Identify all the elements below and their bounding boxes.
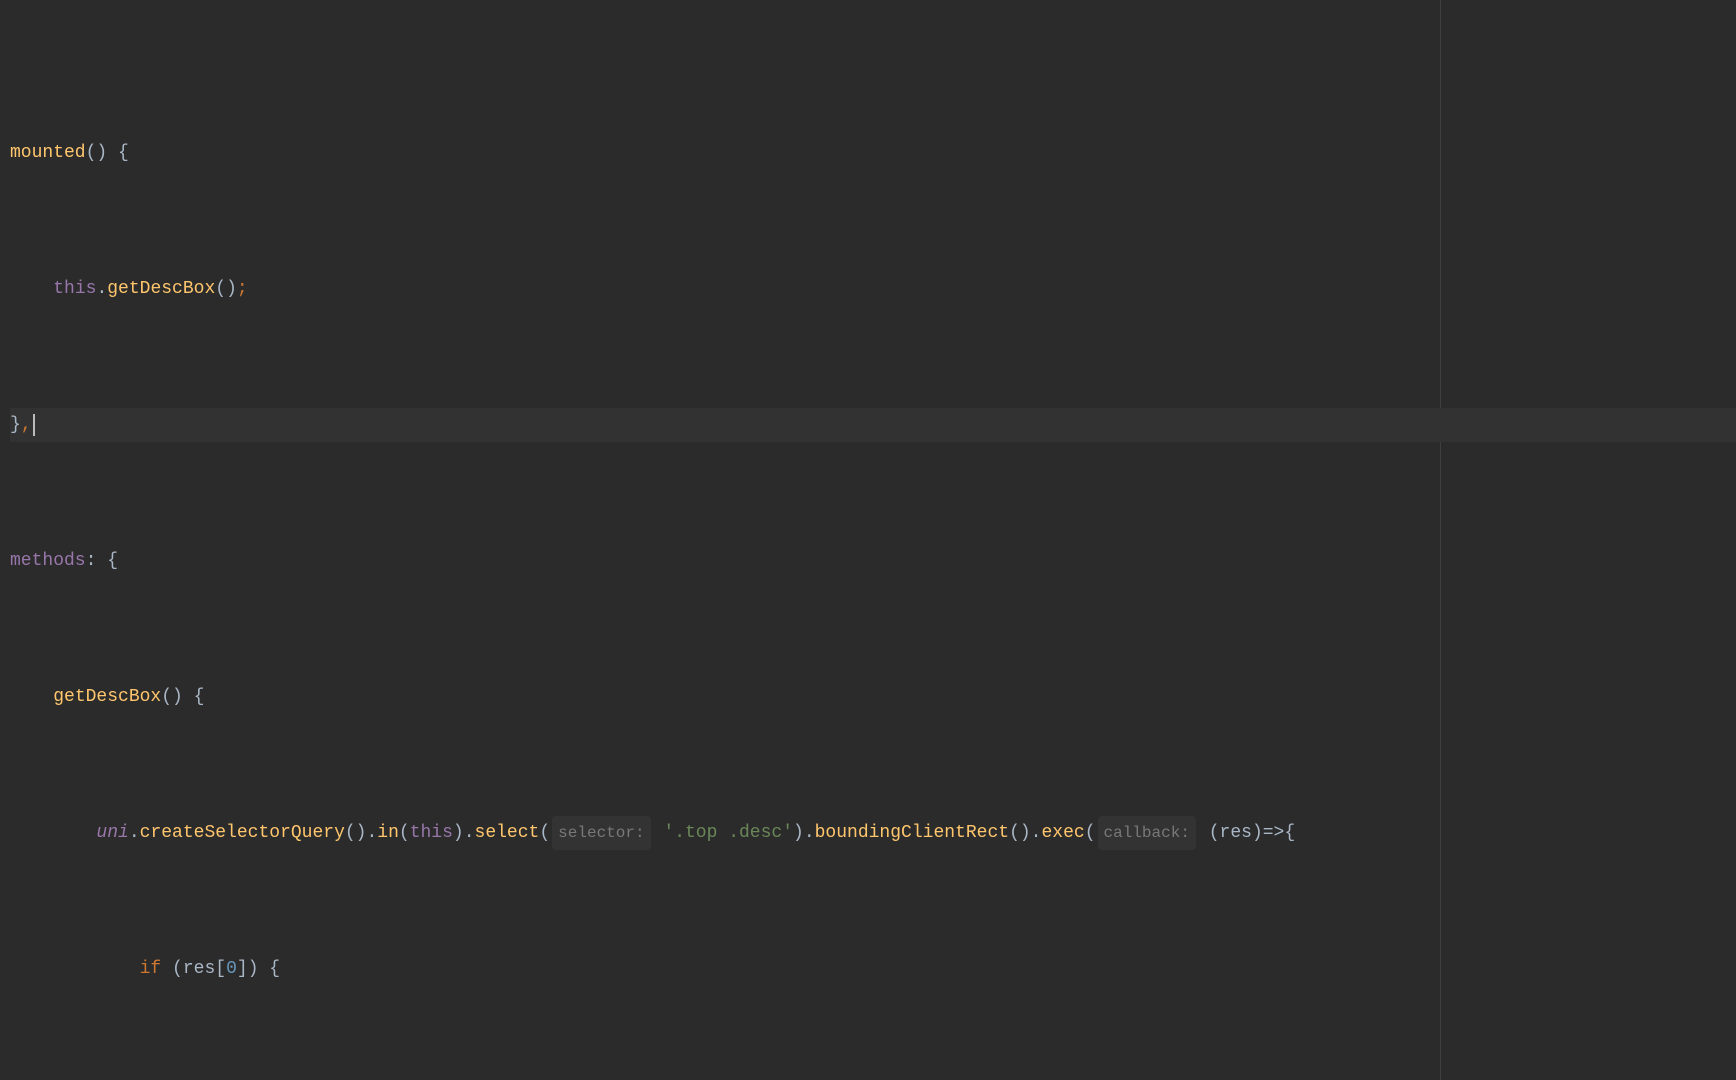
method-call: getDescBox: [107, 272, 215, 306]
parameter-hint: callback:: [1098, 816, 1196, 850]
number: 0: [226, 952, 237, 986]
code-line[interactable]: if (res[0]) {: [10, 952, 1736, 986]
method-call: in: [377, 816, 399, 850]
parameter-hint: selector:: [552, 816, 650, 850]
param: res: [1220, 816, 1252, 850]
code-line[interactable]: getDescBox() {: [10, 680, 1736, 714]
this-keyword: this: [53, 272, 96, 306]
method-call: exec: [1041, 816, 1084, 850]
code-line[interactable]: uni.createSelectorQuery().in(this).selec…: [10, 816, 1736, 850]
methods-keyword: methods: [10, 544, 86, 578]
method-call: boundingClientRect: [815, 816, 1009, 850]
brace: {: [118, 136, 129, 170]
method-name: mounted: [10, 136, 86, 170]
code-line-active[interactable]: },: [10, 408, 1736, 442]
if-keyword: if: [140, 952, 162, 986]
code-editor[interactable]: mounted() { this.getDescBox(); }, method…: [0, 0, 1736, 1080]
uni-identifier: uni: [96, 816, 128, 850]
string-literal: '.top .desc': [663, 816, 793, 850]
paren: (): [86, 136, 118, 170]
code-line[interactable]: mounted() {: [10, 136, 1736, 170]
text-cursor: [33, 414, 35, 436]
this-keyword: this: [410, 816, 453, 850]
method-call: select: [475, 816, 540, 850]
code-line[interactable]: methods: {: [10, 544, 1736, 578]
method-name: getDescBox: [53, 680, 161, 714]
method-call: createSelectorQuery: [140, 816, 345, 850]
code-line[interactable]: this.getDescBox();: [10, 272, 1736, 306]
